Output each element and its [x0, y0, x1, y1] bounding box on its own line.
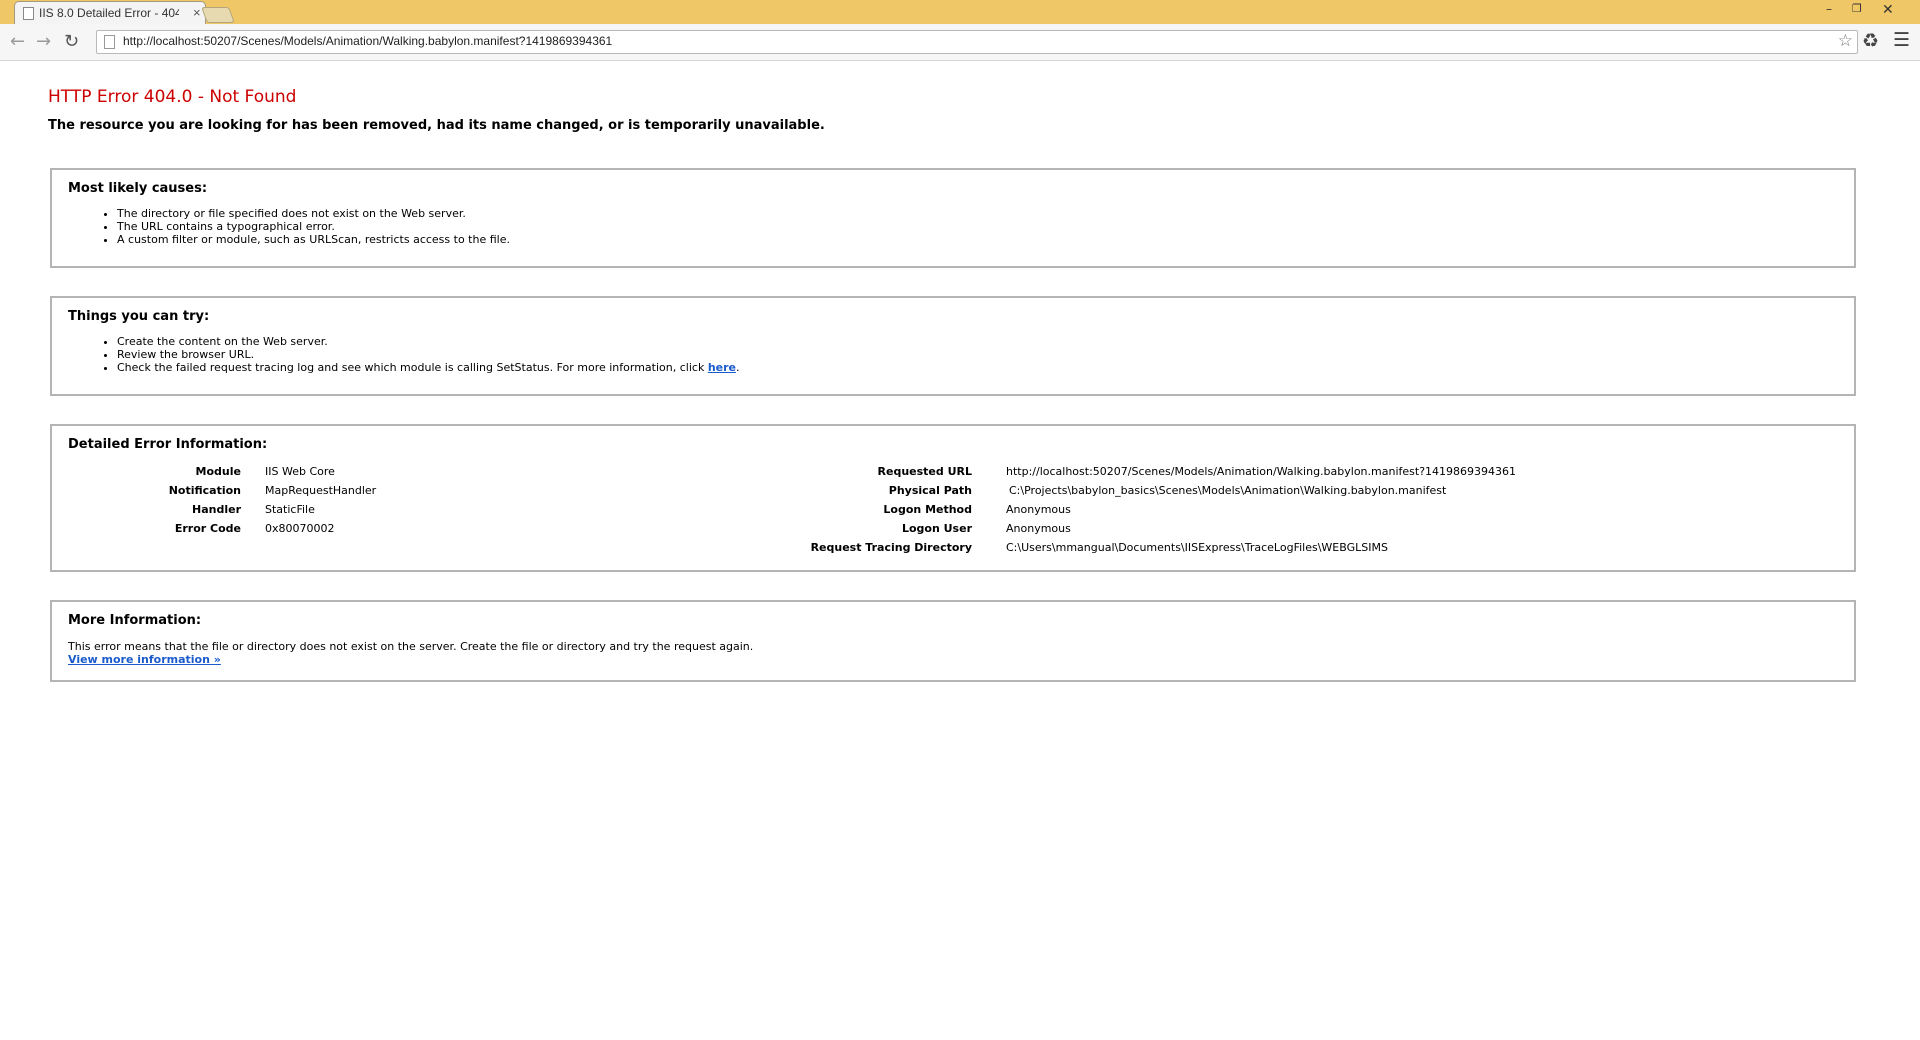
detail-heading: Detailed Error Information: — [68, 437, 268, 452]
more-info-text: This error means that the file or direct… — [68, 640, 753, 666]
recycle-extension-icon[interactable]: ♻ — [1862, 30, 1879, 52]
causes-list: The directory or file specified does not… — [99, 207, 510, 246]
causes-heading: Most likely causes: — [68, 181, 208, 196]
detail-key: Error Code — [174, 522, 241, 535]
list-item: Check the failed request tracing log and… — [117, 361, 740, 374]
detail-value: Anonymous — [1006, 522, 1071, 535]
detail-key: Requested URL — [877, 465, 972, 478]
forward-arrow-icon[interactable]: → — [36, 31, 51, 52]
detail-value: http://localhost:50207/Scenes/Models/Ani… — [1006, 465, 1517, 478]
detail-value: 0x80070002 — [265, 522, 335, 535]
list-item: The URL contains a typographical error. — [117, 220, 510, 233]
more-info-description: This error means that the file or direct… — [68, 640, 754, 653]
back-arrow-icon[interactable]: ← — [10, 31, 25, 52]
tab-close-icon[interactable]: × — [193, 5, 201, 20]
more-info-section: More Information: This error means that … — [50, 600, 1856, 682]
detail-row-notification: Notification MapRequestHandler — [52, 484, 377, 497]
browser-titlebar: IIS 8.0 Detailed Error - 404. × – ❐ ✕ — [0, 0, 1920, 25]
detail-key: Module — [195, 465, 241, 478]
browser-toolbar: ← → ↻ http://localhost:50207/Scenes/Mode… — [0, 24, 1920, 61]
detail-key: Physical Path — [888, 484, 972, 497]
list-item: Create the content on the Web server. — [117, 335, 740, 348]
detail-value: Anonymous — [1006, 503, 1071, 516]
hamburger-menu-icon[interactable]: ☰ — [1893, 29, 1910, 51]
address-bar[interactable]: http://localhost:50207/Scenes/Models/Ani… — [96, 30, 1858, 54]
detail-value: StaticFile — [265, 503, 315, 516]
detail-row-physical-path: Physical Path C:\Projects\babylon_basics\… — [652, 484, 1447, 497]
try-list: Create the content on the Web server. Re… — [99, 335, 740, 374]
detail-value: IIS Web Core — [265, 465, 335, 478]
detail-row-module: Module IIS Web Core — [52, 465, 335, 478]
detail-key: Handler — [192, 503, 241, 516]
detail-row-tracing-directory: Request Tracing Directory C:\Users\mmangu… — [652, 541, 1388, 554]
list-item: The directory or file specified does not… — [117, 207, 510, 220]
reload-icon[interactable]: ↻ — [64, 31, 79, 52]
try-item-text: Check the failed request tracing log and… — [117, 361, 708, 374]
detail-key: Request Tracing Directory — [810, 541, 972, 554]
detail-key: Notification — [168, 484, 241, 497]
list-item: Review the browser URL. — [117, 348, 740, 361]
causes-section: Most likely causes: The directory or fil… — [50, 168, 1856, 268]
browser-tab[interactable]: IIS 8.0 Detailed Error - 404. × — [14, 1, 206, 25]
detail-row-requested-url: Requested URL http://localhost:50207/Scen… — [652, 465, 1517, 478]
more-info-heading: More Information: — [68, 613, 202, 628]
bookmark-star-icon[interactable]: ☆ — [1838, 31, 1853, 51]
page-document-icon — [104, 35, 115, 49]
detail-row-handler: Handler StaticFile — [52, 503, 315, 516]
tab-title: IIS 8.0 Detailed Error - 404. — [39, 6, 179, 20]
close-window-icon[interactable]: ✕ — [1882, 2, 1894, 18]
new-tab-button[interactable] — [201, 7, 235, 23]
detail-value: C:\Users\mmangual\Documents\IISExpress\T… — [1006, 541, 1388, 554]
try-item-suffix: . — [736, 361, 740, 374]
detail-key: Logon Method — [883, 503, 972, 516]
here-link[interactable]: here — [708, 361, 736, 374]
detail-value: MapRequestHandler — [265, 484, 377, 497]
detail-row-error-code: Error Code 0x80070002 — [52, 522, 335, 535]
detail-key: Logon User — [901, 522, 972, 535]
detail-value: C:\Projects\babylon_basics\Scenes\Models… — [1009, 484, 1447, 497]
detail-row-logon-user: Logon User Anonymous — [652, 522, 1071, 535]
page-document-icon — [23, 7, 34, 20]
restore-window-icon[interactable]: ❐ — [1852, 2, 1862, 15]
try-section: Things you can try: Create the content o… — [50, 296, 1856, 396]
page-subtitle: The resource you are looking for has bee… — [48, 118, 825, 133]
view-more-information-link[interactable]: View more information » — [68, 653, 221, 666]
page-title: HTTP Error 404.0 - Not Found — [48, 87, 297, 107]
detail-section: Detailed Error Information: Module IIS We… — [50, 424, 1856, 572]
address-url[interactable]: http://localhost:50207/Scenes/Models/Ani… — [123, 34, 612, 48]
detail-row-logon-method: Logon Method Anonymous — [652, 503, 1071, 516]
list-item: A custom filter or module, such as URLSc… — [117, 233, 510, 246]
minimize-window-icon[interactable]: – — [1826, 2, 1832, 16]
try-heading: Things you can try: — [68, 309, 210, 324]
